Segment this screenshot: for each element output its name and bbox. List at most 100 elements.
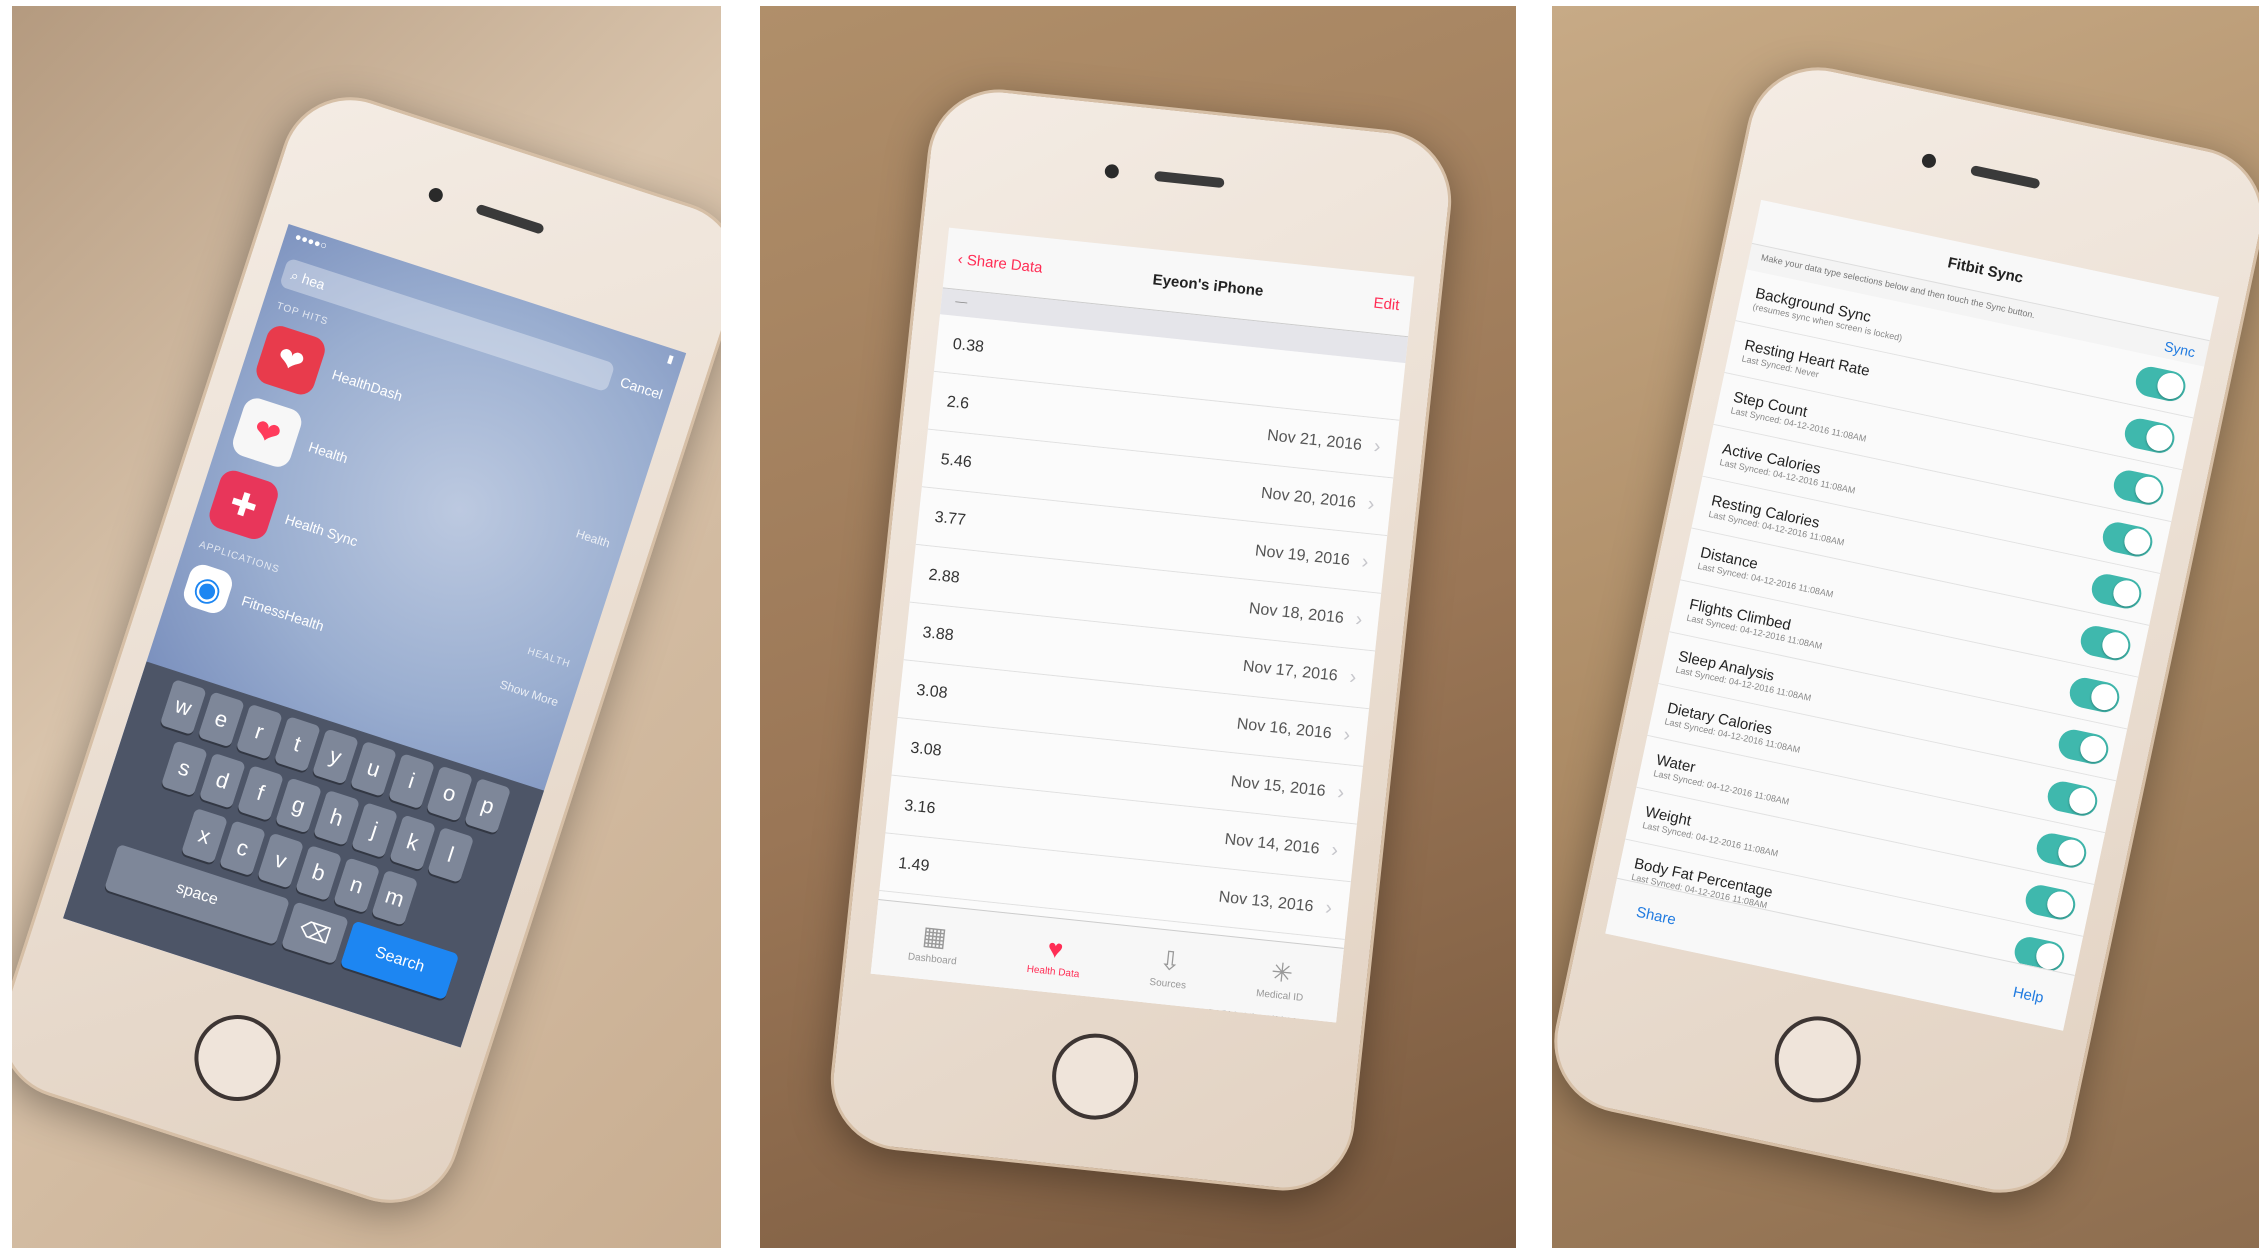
photo-panel-spotlight: ●●●●○ ▮ ⌕ hea Cancel Top Hits ❤ HealthDas… xyxy=(12,6,721,1248)
chevron-right-icon: › xyxy=(1354,608,1364,631)
chevron-right-icon: › xyxy=(1366,493,1376,516)
heart-icon: ❤ xyxy=(228,394,305,471)
iphone-device: Fitbit Sync Make your data type selectio… xyxy=(1552,53,2259,1207)
key-d[interactable]: d xyxy=(198,752,246,809)
data-value: 3.08 xyxy=(909,739,943,760)
key-r[interactable]: r xyxy=(235,703,283,760)
onscreen-keyboard: wertyuiop sdfghjkl xcvbnm space ⌫ Search xyxy=(62,661,544,1048)
earpiece-speaker xyxy=(474,203,545,235)
row-right: Nov 19, 2016 › xyxy=(1254,539,1369,574)
row-right: Nov 16, 2016 › xyxy=(1236,713,1352,748)
chevron-right-icon: › xyxy=(1342,723,1352,747)
chevron-right-icon: › xyxy=(1336,781,1346,805)
search-query: hea xyxy=(299,270,327,293)
key-o[interactable]: o xyxy=(425,765,473,822)
cancel-button[interactable]: Cancel xyxy=(618,374,664,403)
toggle-switch[interactable] xyxy=(2077,623,2133,664)
row-right: Nov 17, 2016 › xyxy=(1242,655,1357,690)
iphone-device: ●●●●○ ▮ ⌕ hea Cancel Top Hits ❤ HealthDas… xyxy=(12,79,721,1221)
data-value: 0.38 xyxy=(952,335,985,356)
key-f[interactable]: f xyxy=(236,765,284,822)
key-e[interactable]: e xyxy=(197,691,245,748)
key-k[interactable]: k xyxy=(388,814,436,871)
home-button[interactable] xyxy=(1766,1008,1869,1111)
help-button[interactable]: Help xyxy=(2011,983,2045,1006)
earpiece-speaker xyxy=(1154,170,1225,189)
heart-plus-icon: ✚ xyxy=(205,467,281,543)
key-x[interactable]: x xyxy=(180,807,228,865)
show-more-link[interactable]: Show More xyxy=(498,677,560,709)
data-value: 2.88 xyxy=(927,565,961,587)
row-right: Nov 20, 2016 › xyxy=(1260,482,1376,517)
toggle-switch[interactable] xyxy=(2121,415,2177,456)
data-date: Nov 21, 2016 xyxy=(1266,426,1363,454)
health-data-screen: ‹ Share Data Eyeon's iPhone Edit — 0.38 … xyxy=(870,227,1415,1023)
asterisk-icon: ✳ xyxy=(1269,956,1295,989)
tab-label: Dashboard xyxy=(907,951,958,968)
key-c[interactable]: c xyxy=(218,820,266,877)
home-button[interactable] xyxy=(182,1003,292,1113)
app-meta: Health xyxy=(573,526,612,551)
sync-settings-list: Background Sync (resumes sync when screen… xyxy=(1613,269,2204,989)
back-button[interactable]: ‹ Share Data xyxy=(957,250,1043,276)
data-value: 3.77 xyxy=(933,508,967,529)
data-value: 3.16 xyxy=(903,796,937,817)
key-j[interactable]: j xyxy=(350,802,398,859)
key-p[interactable]: p xyxy=(463,777,511,835)
chevron-right-icon: › xyxy=(1330,839,1340,862)
key-h[interactable]: h xyxy=(312,789,360,846)
key-b[interactable]: b xyxy=(294,844,342,902)
data-date: Nov 14, 2016 xyxy=(1223,830,1321,858)
key-y[interactable]: y xyxy=(311,728,359,785)
key-l[interactable]: l xyxy=(426,826,474,884)
data-value: 2.6 xyxy=(945,392,970,413)
data-date: Nov 20, 2016 xyxy=(1260,484,1357,512)
key-n[interactable]: n xyxy=(332,857,380,914)
toggle-switch[interactable] xyxy=(2066,675,2122,715)
data-date: Nov 17, 2016 xyxy=(1242,657,1339,685)
toggle-switch[interactable] xyxy=(2110,467,2166,508)
photo-panel-health-data: ‹ Share Data Eyeon's iPhone Edit — 0.38 … xyxy=(760,6,1516,1248)
home-button[interactable] xyxy=(1047,1029,1143,1124)
app-icon: ◉ xyxy=(179,561,236,617)
chevron-right-icon: › xyxy=(1324,896,1334,920)
delete-icon[interactable]: ⌫ xyxy=(280,901,349,965)
edit-button[interactable]: Edit xyxy=(1373,294,1400,314)
key-w[interactable]: w xyxy=(159,678,207,736)
key-m[interactable]: m xyxy=(370,869,418,926)
tab-health-data[interactable]: ♥ Health Data xyxy=(1026,931,1083,980)
fitbit-sync-screen: Fitbit Sync Make your data type selectio… xyxy=(1604,199,2219,1031)
sync-button[interactable]: Sync xyxy=(2162,338,2196,360)
download-icon: ⇩ xyxy=(1157,944,1183,977)
chevron-right-icon: › xyxy=(1372,435,1382,458)
data-date: Nov 16, 2016 xyxy=(1236,715,1333,742)
toggle-switch[interactable] xyxy=(2099,519,2155,560)
heart-icon: ❤ xyxy=(252,322,328,399)
row-right: Nov 15, 2016 › xyxy=(1230,770,1346,805)
data-value: 3.08 xyxy=(915,681,949,702)
data-value: 5.46 xyxy=(939,450,973,471)
key-v[interactable]: v xyxy=(256,832,304,889)
tab-dashboard[interactable]: ▦ Dashboard xyxy=(907,919,960,968)
tab-sources[interactable]: ⇩ Sources xyxy=(1149,944,1190,992)
tab-label: Health Data xyxy=(1026,963,1080,981)
key-s[interactable]: s xyxy=(160,740,208,797)
front-camera xyxy=(1104,163,1120,180)
key-t[interactable]: t xyxy=(273,716,321,773)
toggle-switch[interactable] xyxy=(2022,882,2078,923)
toggle-switch[interactable] xyxy=(2088,571,2144,612)
toggle-switch[interactable] xyxy=(2055,726,2111,767)
iphone-device: ‹ Share Data Eyeon's iPhone Edit — 0.38 … xyxy=(823,82,1459,1198)
data-date: Nov 13, 2016 xyxy=(1217,888,1315,915)
row-right: Nov 18, 2016 › xyxy=(1248,597,1364,632)
key-i[interactable]: i xyxy=(387,753,435,810)
data-date: Nov 18, 2016 xyxy=(1248,599,1345,627)
data-value: 3.88 xyxy=(921,623,955,644)
key-g[interactable]: g xyxy=(274,777,322,834)
key-u[interactable]: u xyxy=(349,740,397,797)
toggle-switch[interactable] xyxy=(2132,364,2188,404)
toggle-switch[interactable] xyxy=(2044,778,2100,819)
share-button[interactable]: Share xyxy=(1634,903,1677,928)
tab-medical-id[interactable]: ✳ Medical ID xyxy=(1256,955,1308,1004)
toggle-switch[interactable] xyxy=(2033,830,2089,871)
